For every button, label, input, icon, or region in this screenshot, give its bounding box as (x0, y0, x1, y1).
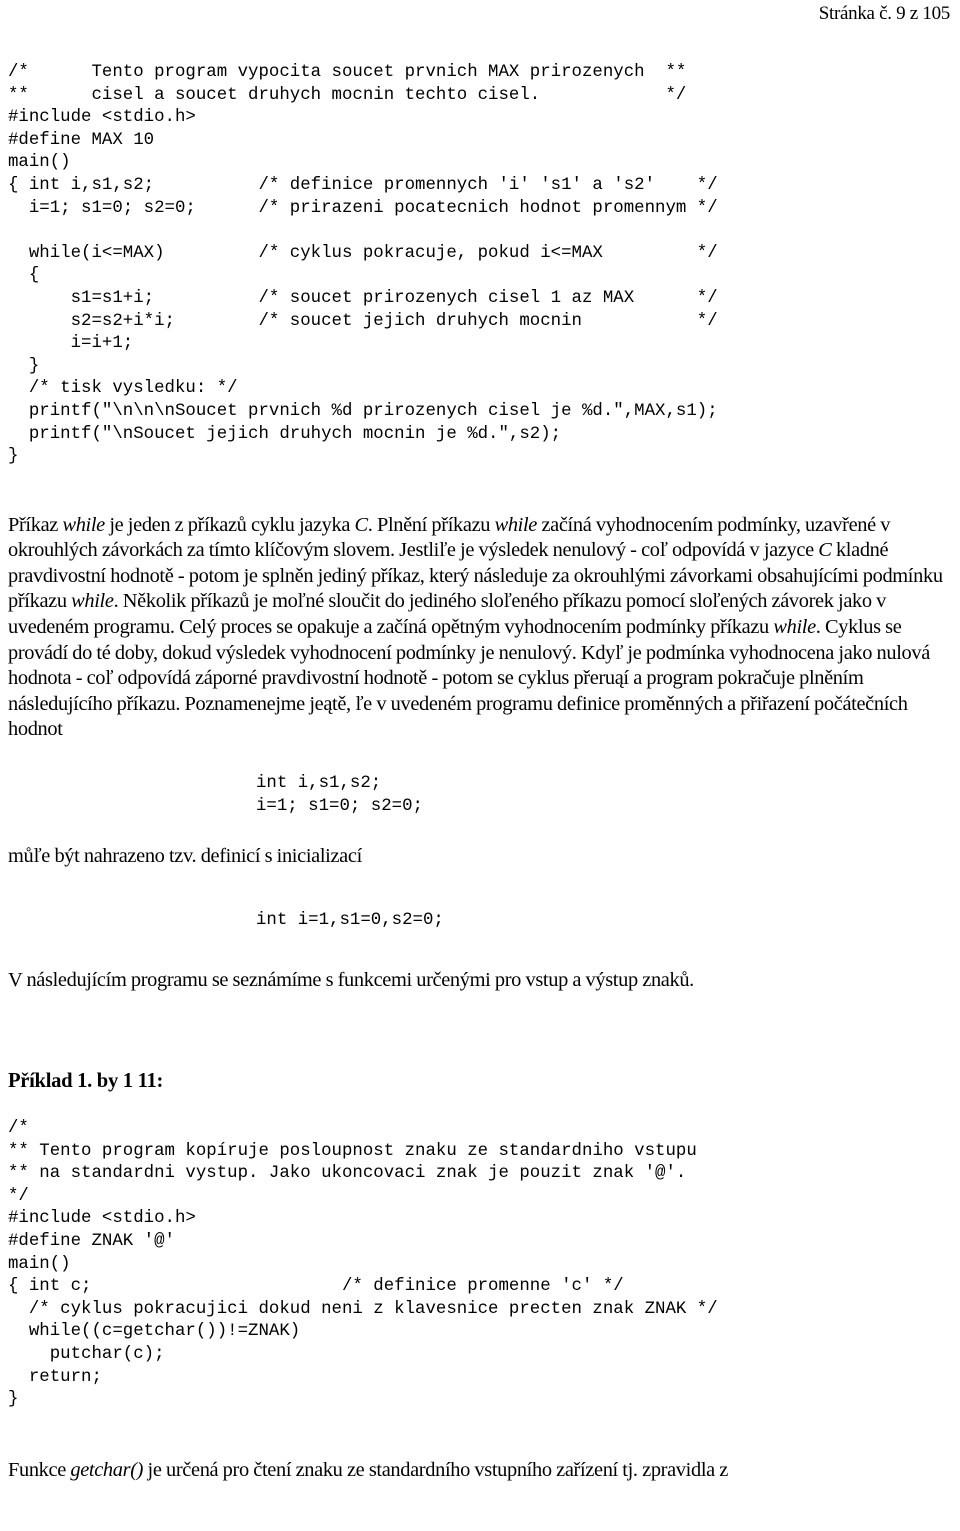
heading-priklad: Příklad 1. by 1 11: (8, 1070, 164, 1092)
emphasis-run: while (494, 513, 538, 536)
spacer-after-code-1 (8, 469, 952, 513)
text-run: je určená pro čtení znaku ze standardníh… (143, 1458, 729, 1481)
code-block-sum-program: /* Tento program vypocita soucet prvnich… (8, 63, 718, 467)
text-run: . Několik příkazů je moľné sloučit do je… (8, 590, 887, 639)
emphasis-run: while (62, 513, 105, 536)
code-block-definition: int i,s1,s2; i=1; s1=0; s2=0; (256, 774, 423, 816)
spacer-after-code-4 (8, 1412, 952, 1458)
spacer-after-paragraph-2 (8, 870, 952, 910)
emphasis-run: C (354, 513, 369, 536)
emphasis-run: getchar() (70, 1458, 144, 1481)
spacer-before-heading (8, 994, 952, 1068)
paragraph-next-program: V následujícím programu se seznámíme s f… (8, 969, 694, 992)
emphasis-run: while (71, 590, 114, 613)
text-run: je jeden z příkazů cyklu jazyka (104, 513, 355, 536)
paragraph-getchar-description: Funkce getchar() je určená pro čtení zna… (8, 1458, 952, 1484)
paragraph-init-definition: můľe být nahrazeno tzv. definicí s inici… (8, 845, 362, 868)
document-page: Stránka č. 9 z 105 /* Tento program vypo… (0, 0, 960, 1531)
text-run: Příkaz (8, 513, 63, 536)
code-block-getchar-program: /* ** Tento program kopíruje posloupnost… (8, 1119, 718, 1410)
spacer-after-code-2 (8, 818, 952, 844)
paragraph-while-description: Příkaz while je jeden z příkazů cyklu ja… (8, 513, 952, 743)
spacer-after-paragraph-1 (8, 743, 952, 773)
emphasis-run: C (818, 539, 832, 562)
page-content: /* Tento program vypocita soucet prvnich… (8, 0, 952, 1483)
spacer-after-code-3 (8, 932, 952, 968)
spacer-after-heading (8, 1094, 952, 1118)
text-run: Funkce (8, 1458, 71, 1481)
text-run: . Plnění příkazu (367, 513, 495, 536)
code-block-init-definition: int i=1,s1=0,s2=0; (256, 910, 444, 930)
emphasis-run: while (773, 616, 816, 639)
spacer-top (8, 0, 952, 62)
